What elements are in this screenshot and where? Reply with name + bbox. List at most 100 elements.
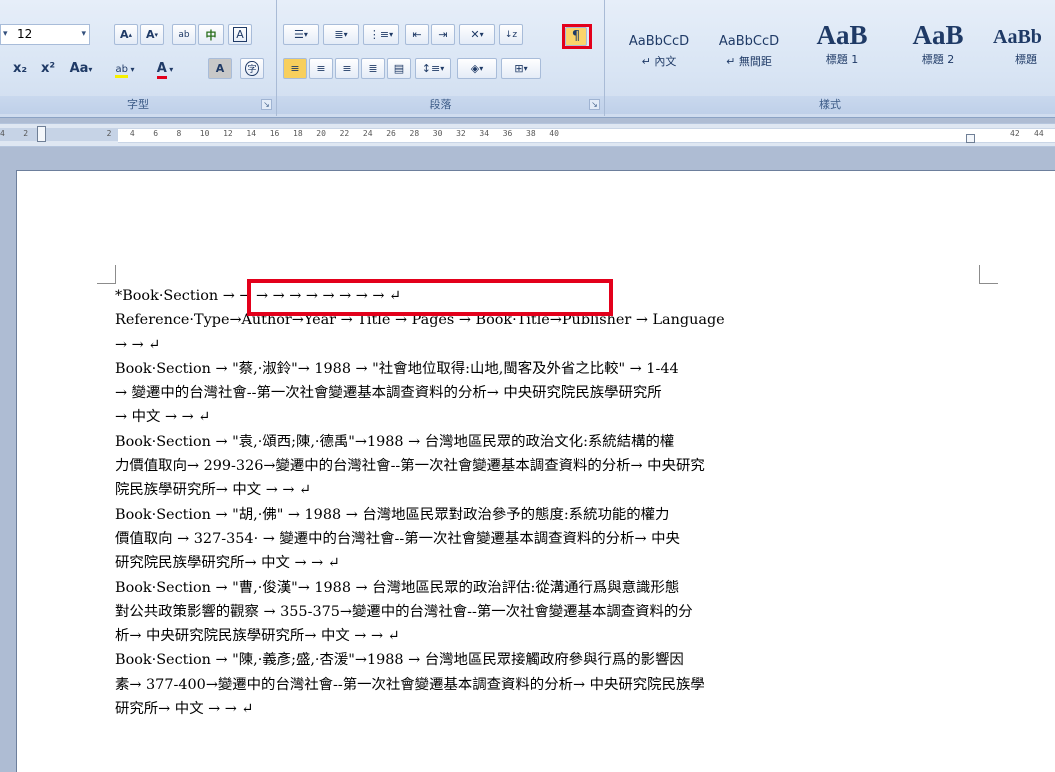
document-line[interactable]: → 變遷中的台灣社會--第一次社會變遷基本調查資料的分析→ 中央研究院民族學研究… [115, 381, 955, 405]
style-title-name: 標題 [1015, 53, 1037, 66]
style-heading-2-name: 標題 2 [921, 53, 955, 66]
style-heading-1[interactable]: AaB 標題 1 [797, 22, 887, 80]
multilevel-list-button[interactable]: ⋮≡ ▾ [363, 24, 399, 45]
decrease-indent-button[interactable]: ⇤ [405, 24, 429, 45]
shrink-font-button[interactable]: A ▾ [140, 24, 164, 45]
chevron-down-icon: ▾ [81, 29, 86, 39]
style-no-spacing[interactable]: AaBbCcD ↵ 無間距 [705, 22, 793, 80]
ruler-tick-label: 34 [479, 129, 490, 138]
ruler-tick-label: 22 [339, 129, 350, 138]
document-line[interactable]: 院民族學研究所→ 中文 → → ↵ [115, 478, 955, 502]
ruler-tick-label: 32 [456, 129, 466, 138]
increase-indent-button[interactable]: ⇥ [431, 24, 455, 45]
margin-corner-left [97, 265, 116, 284]
document-line[interactable]: Book·Section → "胡,·佛" → 1988 → 台灣地區民眾對政治… [115, 503, 955, 527]
ruler-tick-label: 36 [502, 129, 513, 138]
phonetic-guide-label: 中 [205, 28, 217, 42]
ruler-tick-label: 12 [223, 129, 233, 138]
align-right-button[interactable]: ≡ [335, 58, 359, 79]
clear-format-label: ab [178, 29, 190, 40]
sort-button[interactable]: ↓z [499, 24, 523, 45]
distributed-button[interactable]: ▤ [387, 58, 411, 79]
ruler-tick-label: 2 [23, 129, 29, 138]
phonetic-guide-button[interactable]: 中 [198, 24, 224, 45]
margin-corner-right [979, 265, 998, 284]
font-group: ▾ 12 ▾ A ▴ A ▾ ab 中 A x₂ x² Aa▾ ab ▾ A ▾ A… [0, 0, 277, 116]
paragraph-dialog-launcher-icon[interactable]: ↘ [589, 99, 600, 110]
font-size-value: 12 [17, 27, 33, 41]
style-no-spacing-sample: AaBbCcD [718, 34, 780, 49]
bullets-button[interactable]: ☰ ▾ [283, 24, 319, 45]
subscript-button[interactable]: x₂ [10, 58, 30, 79]
styles-group: AaBbCcD ↵ 內文 AaBbCcD ↵ 無間距 AaB 標題 1 AaB … [605, 0, 1055, 116]
document-line[interactable]: Book·Section → "曹,·俊漢"→ 1988 → 台灣地區民眾的政治… [115, 576, 955, 600]
ruler-tick-label: 10 [199, 129, 210, 138]
document-body[interactable]: *Book·Section → → → → → → → → → → ↵ Refer… [115, 284, 955, 721]
enclose-char-button[interactable]: 字 [240, 58, 264, 79]
asian-layout-button[interactable]: ✕ ▾ [459, 24, 495, 45]
style-normal-name: ↵ 內文 [641, 55, 677, 68]
document-page[interactable]: *Book·Section → → → → → → → → → → ↵ Refer… [16, 170, 1055, 772]
style-normal-sample: AaBbCcD [628, 34, 690, 49]
ruler-tick-label: 2 [106, 129, 112, 138]
numbering-button[interactable]: ≣ ▾ [323, 24, 359, 45]
ruler-tick-label: 44 [1034, 129, 1044, 138]
document-line[interactable]: 力價值取向→ 299-326→變遷中的台灣社會--第一次社會變遷基本調查資料的分… [115, 454, 955, 478]
ruler-tick-label: 6 [153, 129, 159, 138]
document-line[interactable]: 研究院民族學研究所→ 中文 → → ↵ [115, 551, 955, 575]
document-line[interactable]: 析→ 中央研究院民族學研究所→ 中文 → → ↵ [115, 624, 955, 648]
highlight-label: ab [115, 64, 128, 78]
document-line[interactable]: Book·Section → "蔡,·淑鈴"→ 1988 → "社會地位取得:山… [115, 357, 955, 381]
style-heading-1-sample: AaB [816, 22, 868, 50]
document-line[interactable]: 價值取向 → 327-354· → 變遷中的台灣社會--第一次社會變遷基本調查資… [115, 527, 955, 551]
document-line[interactable]: 研究所→ 中文 → → ↵ [115, 697, 955, 721]
ruler-tick-label: 42 [1010, 129, 1020, 138]
subscript-label: x₂ [12, 61, 28, 76]
document-line[interactable]: Book·Section → "袁,·頌西;陳,·德禹"→1988 → 台灣地區… [115, 430, 955, 454]
style-normal[interactable]: AaBbCcD ↵ 內文 [615, 22, 703, 80]
ruler-tick-label: 4 [0, 129, 5, 138]
char-shading-label: A [215, 62, 225, 75]
font-color-button[interactable]: A ▾ [148, 58, 182, 79]
clear-format-button[interactable]: ab [172, 24, 196, 45]
font-dialog-launcher-icon[interactable]: ↘ [261, 99, 272, 110]
document-line[interactable]: → → ↵ [115, 333, 955, 357]
enclose-char-label: 字 [245, 61, 259, 76]
ribbon: ▾ 12 ▾ A ▴ A ▾ ab 中 A x₂ x² Aa▾ ab ▾ A ▾ A… [0, 0, 1055, 118]
char-border-button[interactable]: A [228, 24, 252, 45]
borders-button[interactable]: ⊞ ▾ [501, 58, 541, 79]
align-center-button[interactable]: ≡ [309, 58, 333, 79]
align-left-button[interactable]: ≡ [283, 58, 307, 79]
highlight-button[interactable]: ab ▾ [108, 58, 142, 79]
document-line[interactable]: → 中文 → → ↵ [115, 405, 955, 429]
horizontal-ruler[interactable]: 4 2 2 4 6 8 10 12 14 16 18 20 22 24 26 28 30 32 34 36 38 40 42… [0, 123, 1055, 147]
superscript-label: x² [40, 61, 56, 76]
char-shading-button[interactable]: A [208, 58, 232, 79]
change-case-button[interactable]: Aa▾ [66, 58, 96, 79]
line-spacing-button[interactable]: ↕≡ ▾ [415, 58, 451, 79]
document-line[interactable]: 素→ 377-400→變遷中的台灣社會--第一次社會變遷基本調查資料的分析→ 中… [115, 673, 955, 697]
font-color-label: A [156, 61, 167, 79]
shrink-font-label: A [145, 28, 155, 41]
right-indent-marker[interactable] [966, 134, 975, 143]
ruler-margin-area [0, 128, 118, 141]
shading-button[interactable]: ◈ ▾ [457, 58, 497, 79]
justify-button[interactable]: ≣ [361, 58, 385, 79]
document-line[interactable]: Book·Section → "陳,·義彥;盛,·杏湲"→1988 → 台灣地區… [115, 648, 955, 672]
superscript-button[interactable]: x² [38, 58, 58, 79]
document-line[interactable]: 對公共政策影響的觀察 → 355-375→變遷中的台灣社會--第一次社會變遷基本… [115, 600, 955, 624]
ruler-tick-label: 38 [526, 129, 536, 138]
style-title[interactable]: AaBb 標題 [989, 22, 1055, 80]
ruler-tick-label: 14 [246, 129, 257, 138]
ruler-tick-label: 18 [293, 129, 303, 138]
highlight-annotation-box-doc [247, 279, 613, 316]
style-heading-2[interactable]: AaB 標題 2 [893, 22, 983, 80]
grow-font-button[interactable]: A ▴ [114, 24, 138, 45]
font-size-combo[interactable]: ▾ 12 ▾ [0, 24, 90, 45]
font-group-label: 字型 [0, 96, 276, 114]
ruler-tick-label: 8 [176, 129, 182, 138]
ruler-tick-label: 4 [129, 129, 135, 138]
highlight-annotation-box [562, 24, 592, 49]
ruler-tick-label: 40 [549, 129, 559, 138]
left-indent-marker[interactable] [37, 126, 46, 142]
